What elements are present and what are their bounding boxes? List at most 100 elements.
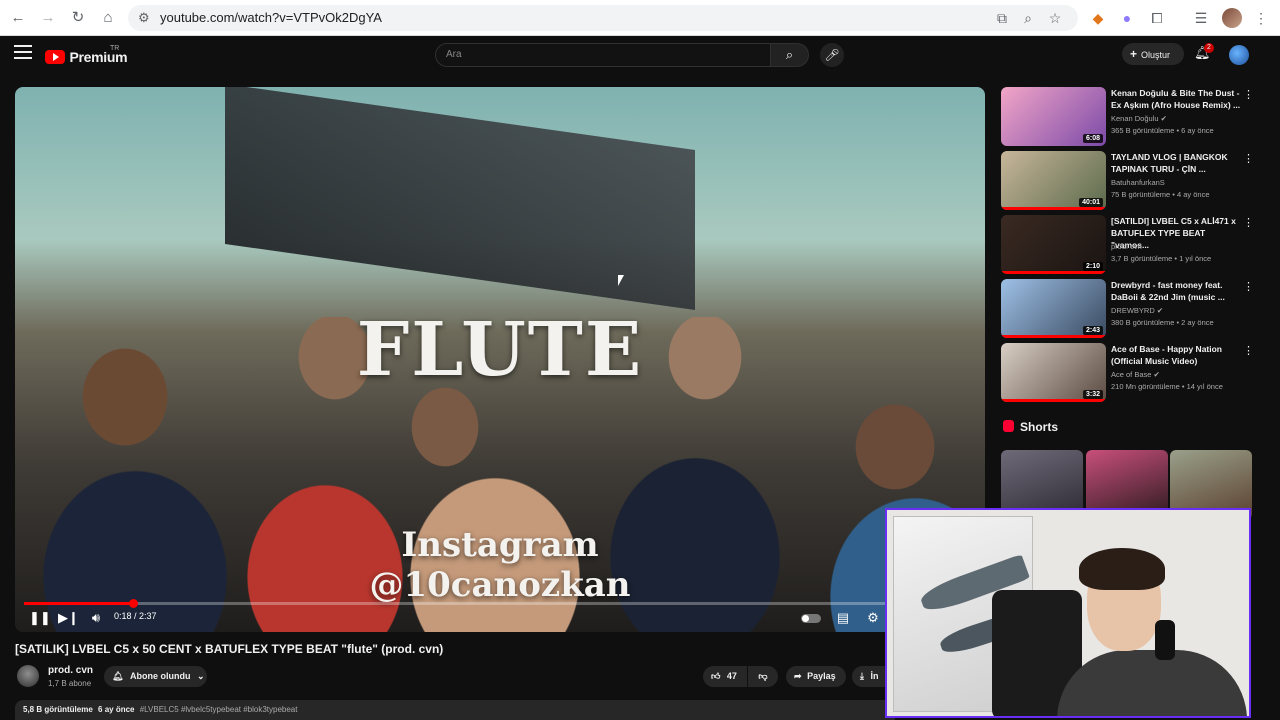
time-display: 0:18 / 2:37 xyxy=(114,611,157,621)
url-text[interactable]: youtube.com/watch?v=VTPvOk2DgYA xyxy=(160,10,382,25)
description-box[interactable]: 5,8 B görüntüleme 6 ay önce #LVBELC5 #lv… xyxy=(15,700,895,720)
recommendation-channel-name: prod. cvn xyxy=(1111,242,1142,251)
video-duration: 6:08 xyxy=(1082,134,1103,143)
dislike-button[interactable]: 👎︎ xyxy=(748,666,778,687)
back-arrow-icon[interactable]: ← xyxy=(8,8,28,28)
create-label: Oluştur xyxy=(1141,50,1171,60)
video-player[interactable]: FLUTE Instagram @10canozkan ❚❚ ▶❙ 🔊︎ 0:1… xyxy=(15,87,985,632)
metamask-extension-icon[interactable]: ◆ xyxy=(1088,8,1108,28)
recommendation-item[interactable]: 2:10 [SATILDI] LVBEL C5 x ALİ471 x BATUFL… xyxy=(1001,215,1259,275)
video-duration: 2:43 xyxy=(1082,326,1103,335)
search-input[interactable]: Ara xyxy=(435,43,771,67)
subscriber-count: 1,7 B abone xyxy=(48,679,92,688)
recommendation-thumbnail[interactable]: 40:01 xyxy=(1001,151,1106,210)
search-button[interactable]: ⌕ xyxy=(771,43,809,67)
autoplay-toggle[interactable] xyxy=(801,614,821,623)
next-video-icon[interactable]: ▶❙ xyxy=(58,609,79,627)
like-button[interactable]: 👍︎ 47 xyxy=(703,666,747,687)
subtitles-icon[interactable]: ▤ xyxy=(835,609,851,627)
youtube-logo[interactable]: Premium TR xyxy=(45,45,128,66)
subscribed-button[interactable]: 🔔︎ Abone olundu ⌄ xyxy=(104,666,207,687)
recommendation-channel-name: BatuhanfurkanS xyxy=(1111,178,1165,187)
recommendation-title[interactable]: Kenan Doğulu & Bite The Dust - Ex Aşkım … xyxy=(1111,87,1241,111)
more-actions-icon[interactable]: ⋮ xyxy=(1243,216,1254,229)
microphone xyxy=(1155,620,1175,660)
watched-progress xyxy=(1001,271,1106,274)
profile-avatar[interactable] xyxy=(1222,8,1242,28)
bell-icon: 🔔︎ xyxy=(112,671,124,681)
youtube-masthead: Premium TR Ara ⌕ 🎤︎ + Oluştur 🔔︎ 2 xyxy=(0,37,1280,75)
recommendation-thumbnail[interactable]: 6:08 xyxy=(1001,87,1106,146)
address-bar[interactable]: ⚙ youtube.com/watch?v=VTPvOk2DgYA xyxy=(128,5,1078,31)
settings-gear-icon[interactable]: ⚙ xyxy=(865,609,881,627)
seek-bar-scrubber[interactable] xyxy=(128,599,138,608)
recommendation-thumbnail[interactable]: 3:32 xyxy=(1001,343,1106,402)
share-button[interactable]: ➦ Paylaş xyxy=(786,666,846,687)
region-code: TR xyxy=(110,45,120,52)
recommendation-item[interactable]: 6:08 Kenan Doğulu & Bite The Dust - Ex Aş… xyxy=(1001,87,1259,147)
recommendation-channel[interactable]: Kenan Doğulu ✔︎ xyxy=(1111,114,1167,123)
recommendation-channel[interactable]: BatuhanfurkanS xyxy=(1111,178,1165,187)
seek-bar[interactable] xyxy=(24,599,976,608)
download-icon: ⤓ xyxy=(860,671,864,681)
notification-count-badge: 2 xyxy=(1204,43,1214,53)
recommendation-title[interactable]: TAYLAND VLOG | BANGKOK TAPINAK TURU - Çİ… xyxy=(1111,151,1241,175)
download-button[interactable]: ⤓ İn xyxy=(852,666,885,687)
recommendation-item[interactable]: 40:01 TAYLAND VLOG | BANGKOK TAPINAK TURU… xyxy=(1001,151,1259,211)
home-icon[interactable]: ⌂ xyxy=(98,8,118,28)
extensions-puzzle-icon[interactable]: ⧠ xyxy=(1147,8,1167,28)
recommendation-channel-name: Kenan Doğulu xyxy=(1111,114,1159,123)
recommendation-thumbnail[interactable]: 2:43 xyxy=(1001,279,1106,338)
reading-list-icon[interactable]: ☰ xyxy=(1191,8,1211,28)
channel-name[interactable]: prod. cvn xyxy=(48,665,93,676)
recommendation-thumbnail[interactable]: 2:10 xyxy=(1001,215,1106,274)
recommendation-item[interactable]: 2:43 Drewbyrd - fast money feat. DaBoii &… xyxy=(1001,279,1259,339)
recommendation-meta: 75 B görüntüleme • 4 ay önce xyxy=(1111,190,1210,199)
more-actions-icon[interactable]: ⋮ xyxy=(1243,88,1254,101)
recommendation-channel[interactable]: Ace of Base ✔︎ xyxy=(1111,370,1160,379)
forward-arrow-icon[interactable]: → xyxy=(38,8,58,28)
video-duration: 40:01 xyxy=(1079,198,1103,207)
account-avatar[interactable] xyxy=(1229,45,1249,65)
shorts-heading: Shorts xyxy=(1003,420,1058,434)
more-actions-icon[interactable]: ⋮ xyxy=(1243,152,1254,165)
volume-icon[interactable]: 🔊︎ xyxy=(88,609,104,627)
recommendation-title[interactable]: Ace of Base - Happy Nation (Official Mus… xyxy=(1111,343,1241,367)
voice-search-icon[interactable]: 🎤︎ xyxy=(820,43,844,67)
youtube-play-icon xyxy=(45,49,65,64)
recommendation-channel[interactable]: prod. cvn xyxy=(1111,242,1142,251)
streamer-body xyxy=(1057,650,1247,716)
more-actions-icon[interactable]: ⋮ xyxy=(1243,280,1254,293)
zoom-icon[interactable]: ⌕ xyxy=(1018,8,1038,28)
mouse-cursor-icon xyxy=(618,275,624,286)
like-count: 47 xyxy=(726,671,737,681)
recommendation-item[interactable]: 3:32 Ace of Base - Happy Nation (Official… xyxy=(1001,343,1259,403)
pause-icon[interactable]: ❚❚ xyxy=(29,609,51,627)
shorts-icon xyxy=(1003,420,1014,432)
browser-menu-icon[interactable]: ⋮ xyxy=(1251,8,1271,28)
more-actions-icon[interactable]: ⋮ xyxy=(1243,344,1254,357)
recommendation-channel-name: Ace of Base xyxy=(1111,370,1152,379)
menu-icon[interactable] xyxy=(14,45,32,59)
recommendation-meta: 365 B görüntüleme • 6 ay önce xyxy=(1111,126,1214,135)
bookmark-star-icon[interactable]: ☆ xyxy=(1045,8,1065,28)
download-label: İn xyxy=(870,671,879,681)
thumbs-down-icon: 👎︎ xyxy=(758,671,768,681)
watched-progress xyxy=(1001,335,1106,338)
extension-icon[interactable]: ● xyxy=(1117,8,1137,28)
hashtags[interactable]: #LVBELC5 #lvbelc5typebeat #blok3typebeat xyxy=(140,705,298,714)
recommendation-meta: 210 Mn görüntüleme • 14 yıl önce xyxy=(1111,382,1223,391)
create-button[interactable]: + Oluştur xyxy=(1122,43,1184,65)
site-info-icon[interactable]: ⚙ xyxy=(138,10,150,26)
channel-avatar[interactable] xyxy=(17,665,39,687)
install-app-icon[interactable]: ⧉ xyxy=(992,8,1012,28)
upload-age: 6 ay önce xyxy=(98,705,135,714)
shorts-label: Shorts xyxy=(1020,420,1059,434)
recommendation-title[interactable]: Drewbyrd - fast money feat. DaBoii & 22n… xyxy=(1111,279,1241,303)
reload-icon[interactable]: ↻ xyxy=(68,8,88,28)
recommendation-meta: 380 B görüntüleme • 2 ay önce xyxy=(1111,318,1214,327)
recommendation-channel-name: DREWBYRD xyxy=(1111,306,1155,315)
recommendation-channel[interactable]: DREWBYRD ✔︎ xyxy=(1111,306,1163,315)
streamer-hair xyxy=(1079,548,1165,590)
subscribed-label: Abone olundu xyxy=(129,671,191,681)
